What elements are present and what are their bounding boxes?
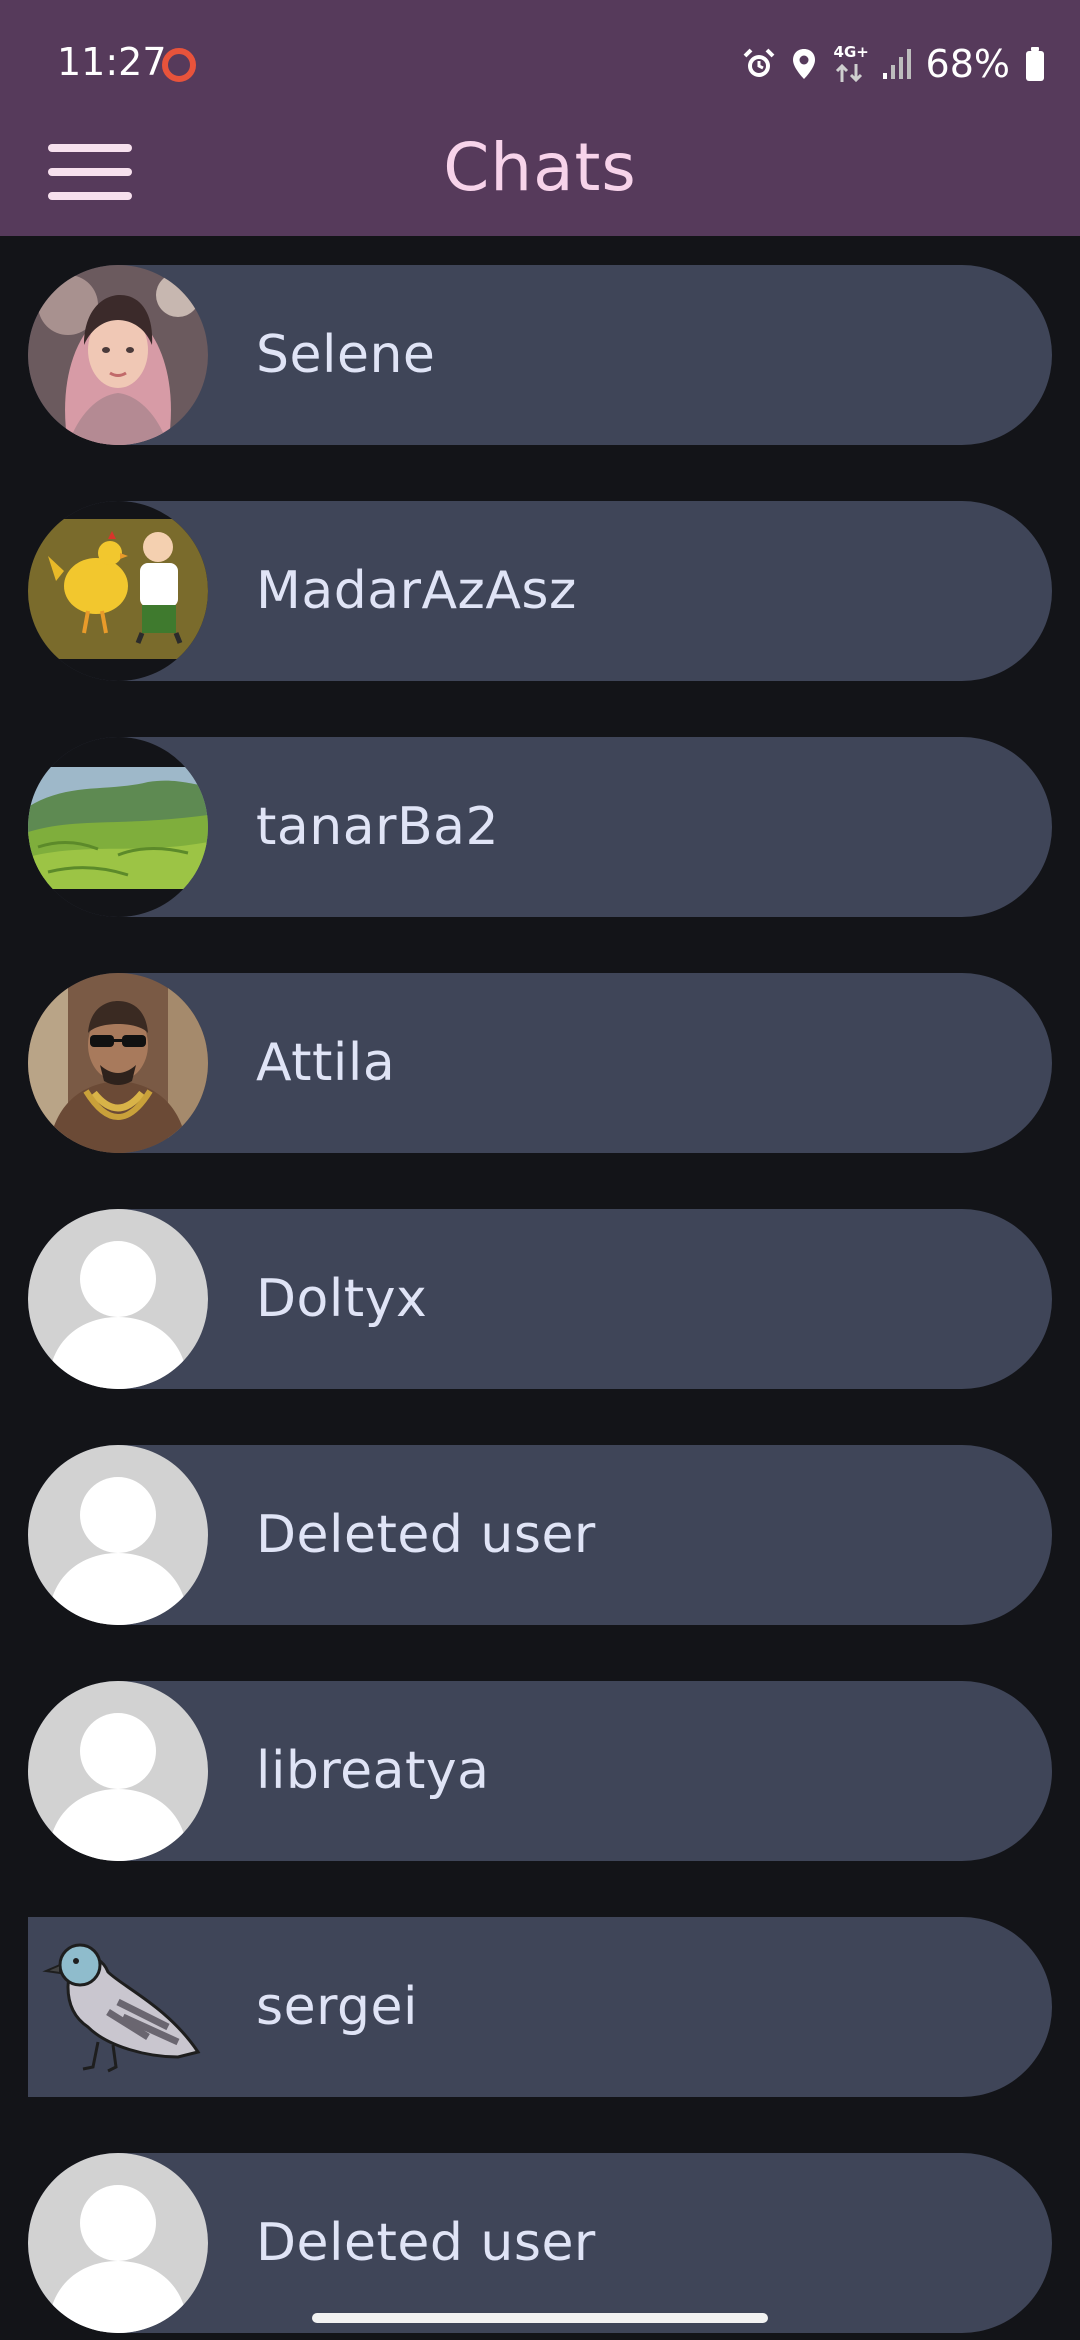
chat-name: Deleted user xyxy=(256,2213,596,2273)
menu-button[interactable] xyxy=(40,132,140,212)
menu-bar-bottom xyxy=(48,192,132,200)
menu-bar-top xyxy=(48,144,132,152)
chat-item-deleted-user[interactable]: Deleted user xyxy=(28,2153,1052,2333)
status-time: 11:27 xyxy=(57,40,167,84)
network-type: 4G+ xyxy=(832,44,869,84)
data-transfer-icon xyxy=(835,63,862,83)
default-user-avatar xyxy=(28,1445,208,1625)
chat-item-madarazasz[interactable]: MadarAzAsz xyxy=(28,501,1052,681)
tea-field-landscape-avatar xyxy=(28,737,208,917)
chat-item-selene[interactable]: Selene xyxy=(28,265,1052,445)
pigeon-avatar xyxy=(28,1917,208,2097)
page-title: Chats xyxy=(443,129,637,206)
location-icon xyxy=(792,49,815,79)
chat-item-tanarba2[interactable]: tanarBa2 xyxy=(28,737,1052,917)
battery-percent: 68% xyxy=(925,42,1010,86)
chat-name: Selene xyxy=(256,325,436,385)
signal-icon xyxy=(882,49,911,79)
chat-name: tanarBa2 xyxy=(256,797,500,857)
default-user-avatar xyxy=(28,2153,208,2333)
chat-item-attila[interactable]: Attila xyxy=(28,973,1052,1153)
menu-bar-middle xyxy=(48,168,132,176)
chat-item-sergei[interactable]: sergei xyxy=(28,1917,1052,2097)
chat-name: sergei xyxy=(256,1977,418,2037)
chat-name: Deleted user xyxy=(256,1505,596,1565)
chat-name: libreatya xyxy=(256,1741,490,1801)
gesture-navigation-handle[interactable] xyxy=(312,2313,768,2323)
chat-name: Doltyx xyxy=(256,1269,428,1329)
chat-name: Attila xyxy=(256,1033,396,1093)
status-bar: 11:27 4G+ 68% xyxy=(0,0,1080,128)
alarm-icon xyxy=(743,48,774,77)
default-user-avatar xyxy=(28,1681,208,1861)
status-icons: 4G+ 68% xyxy=(742,40,1046,88)
woman-pink-hair-avatar xyxy=(28,265,208,445)
app-bar: Chats xyxy=(0,128,1080,236)
default-user-avatar xyxy=(28,1209,208,1389)
app-screen: 11:27 4G+ 68% Chats Selene MadarAzAsz ta… xyxy=(0,0,1080,2340)
cartoon-chicken-avatar xyxy=(28,501,208,681)
chat-item-libreatya[interactable]: libreatya xyxy=(28,1681,1052,1861)
top-header: 11:27 4G+ 68% Chats xyxy=(0,0,1080,236)
chat-item-deleted-user[interactable]: Deleted user xyxy=(28,1445,1052,1625)
chat-item-doltyx[interactable]: Doltyx xyxy=(28,1209,1052,1389)
recording-indicator-icon xyxy=(162,48,196,82)
chat-name: MadarAzAsz xyxy=(256,561,577,621)
man-sunglasses-avatar xyxy=(28,973,208,1153)
battery-icon xyxy=(1026,47,1044,81)
